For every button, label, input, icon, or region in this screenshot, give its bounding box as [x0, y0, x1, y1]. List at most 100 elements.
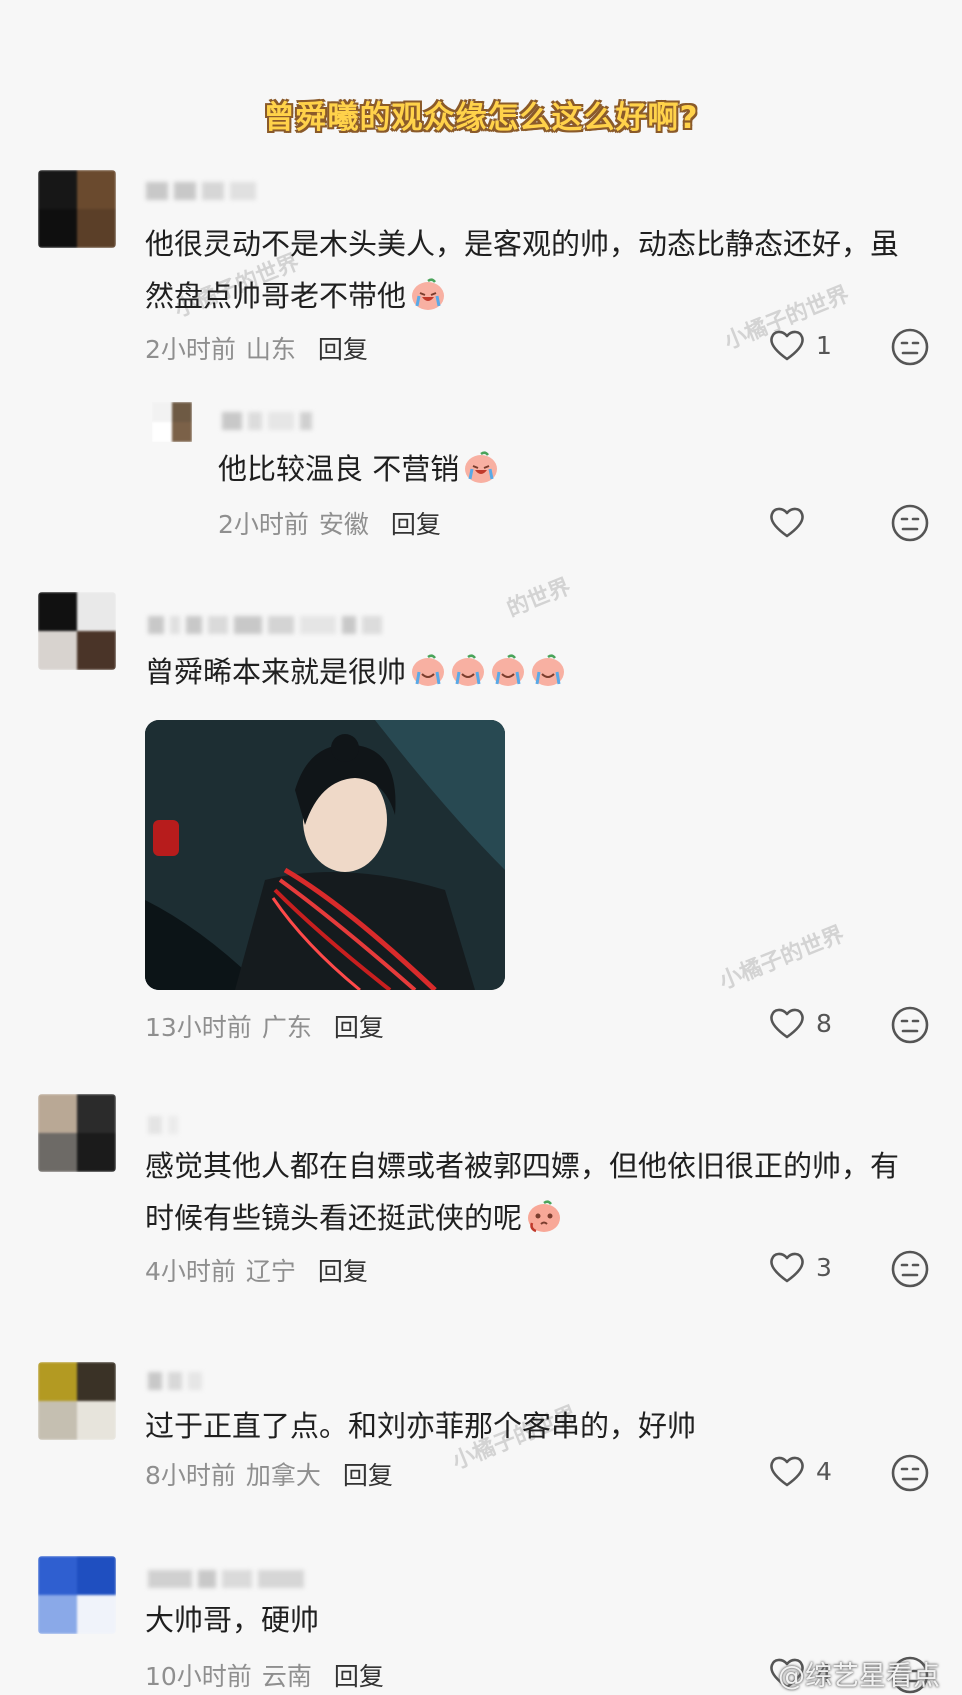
- dislike-face-icon[interactable]: [890, 1453, 930, 1493]
- comment-location: 云南: [261, 1662, 312, 1691]
- reply-avatar[interactable]: [152, 402, 192, 442]
- crying-peach-emoji: [492, 654, 525, 686]
- avatar-tile: [38, 209, 77, 248]
- dislike-face-icon[interactable]: [890, 327, 930, 367]
- comment-meta: 4小时前 辽宁 回复: [145, 1252, 368, 1288]
- reply-meta: 2小时前 安徽 回复: [218, 505, 441, 541]
- username-blurred[interactable]: [146, 178, 256, 204]
- avatar-tile: [38, 170, 77, 209]
- watermark: 的世界: [503, 574, 575, 623]
- heart-icon[interactable]: [768, 505, 806, 539]
- heart-icon: [770, 330, 804, 361]
- crying-peach-emoji: [465, 451, 498, 483]
- username-blurred[interactable]: [148, 612, 382, 638]
- comment-text: 感觉其他人都在自嫖或者被郭四嫖，但他依旧很正的帅，有时候有些镜头看还挺武侠的呢: [145, 1140, 905, 1244]
- comment-time: 2小时前: [145, 335, 236, 364]
- comment-text: 过于正直了点。和刘亦菲那个客串的，好帅: [145, 1400, 696, 1452]
- avatar-tile: [152, 422, 172, 442]
- avatar[interactable]: [38, 1556, 116, 1634]
- comment-meta: 8小时前 加拿大 回复: [145, 1456, 393, 1492]
- avatar-tile: [172, 422, 192, 442]
- comment-text: 大帅哥，硬帅: [145, 1594, 319, 1646]
- reply-text: 他比较温良 不营销: [218, 443, 499, 495]
- crying-peach-emoji: [532, 654, 565, 686]
- avatar-tile: [77, 1401, 116, 1440]
- avatar-tile: [38, 1556, 77, 1595]
- like-button[interactable]: 4: [768, 1454, 832, 1488]
- reply-time: 2小时前: [218, 510, 309, 539]
- comment-meta: 13小时前 广东 回复: [145, 1008, 384, 1044]
- reply-button[interactable]: 回复: [334, 1657, 384, 1693]
- avatar-tile: [152, 402, 172, 422]
- post-title: 曾舜曦的观众缘怎么这么好啊?: [263, 100, 699, 136]
- comment-location: 加拿大: [245, 1461, 321, 1490]
- avatar[interactable]: [38, 1094, 116, 1172]
- weibo-watermark: @综艺星看点: [778, 1661, 940, 1692]
- avatar[interactable]: [38, 592, 116, 670]
- comment-meta: 10小时前 云南 回复: [145, 1657, 384, 1693]
- like-button[interactable]: 8: [768, 1006, 832, 1040]
- comment-text: 曾舜晞本来就是很帅: [145, 646, 566, 698]
- comment-time: 8小时前: [145, 1461, 236, 1490]
- avatar-tile: [38, 1595, 77, 1634]
- avatar-tile: [38, 1362, 77, 1401]
- dislike-face-icon[interactable]: [890, 503, 930, 543]
- comment-body: 大帅哥，硬帅: [145, 1603, 320, 1637]
- reply-button[interactable]: 回复: [334, 1008, 384, 1044]
- watermark: 小橘子的世界: [716, 922, 848, 995]
- like-count: 3: [816, 1252, 832, 1282]
- reply-location: 安徽: [318, 510, 369, 539]
- still-photo: [145, 720, 505, 990]
- reply-button[interactable]: 回复: [343, 1456, 393, 1492]
- comment-meta: 2小时前 山东 回复: [145, 330, 368, 366]
- avatar-tile: [38, 1133, 77, 1172]
- dislike-face-icon[interactable]: [890, 1005, 930, 1045]
- crying-peach-emoji: [452, 654, 485, 686]
- comment-body: 过于正直了点。和刘亦菲那个客串的，好帅: [145, 1409, 697, 1443]
- reply-button[interactable]: 回复: [391, 505, 441, 541]
- avatar-tile: [77, 631, 116, 670]
- crying-peach-emoji: [412, 654, 445, 686]
- comment-location: 山东: [245, 335, 296, 364]
- dislike-face-icon[interactable]: [890, 1249, 930, 1289]
- reply-username-blurred[interactable]: [222, 408, 312, 434]
- like-count: 4: [816, 1456, 832, 1486]
- crying-peach-emoji: [412, 278, 445, 310]
- heart-icon: [770, 1456, 804, 1487]
- avatar-tile: [77, 1556, 116, 1595]
- avatar[interactable]: [38, 170, 116, 248]
- like-button[interactable]: 3: [768, 1250, 832, 1284]
- like-count: 8: [816, 1008, 832, 1038]
- avatar-tile: [38, 631, 77, 670]
- comment-body: 他很灵动不是木头美人，是客观的帅，动态比静态还好，虽然盘点帅哥老不带他: [145, 227, 900, 313]
- comment-time: 10小时前: [145, 1662, 252, 1691]
- avatar-tile: [77, 1094, 116, 1133]
- heart-icon: [770, 1252, 804, 1283]
- avatar-tile: [77, 1362, 116, 1401]
- avatar-tile: [172, 402, 192, 422]
- comment-location: 广东: [261, 1013, 312, 1042]
- avatar[interactable]: [38, 1362, 116, 1440]
- like-count: 1: [816, 330, 832, 360]
- comment-location: 辽宁: [245, 1257, 296, 1286]
- avatar-tile: [38, 1401, 77, 1440]
- reply-button[interactable]: 回复: [318, 1252, 368, 1288]
- reply-body: 他比较温良 不营销: [218, 452, 460, 486]
- reply-button[interactable]: 回复: [318, 330, 368, 366]
- comment-text: 他很灵动不是木头美人，是客观的帅，动态比静态还好，虽然盘点帅哥老不带他: [145, 218, 905, 322]
- comment-image[interactable]: [145, 720, 505, 990]
- comment-time: 13小时前: [145, 1013, 252, 1042]
- avatar-tile: [77, 209, 116, 248]
- username-blurred[interactable]: [148, 1112, 178, 1138]
- username-blurred[interactable]: [148, 1368, 202, 1394]
- comment-body: 感觉其他人都在自嫖或者被郭四嫖，但他依旧很正的帅，有时候有些镜头看还挺武侠的呢: [145, 1149, 900, 1235]
- like-button[interactable]: 1: [768, 328, 832, 362]
- avatar-tile: [77, 1133, 116, 1172]
- username-blurred[interactable]: [148, 1566, 304, 1592]
- avatar-tile: [38, 1094, 77, 1133]
- pleading-peach-emoji: [528, 1200, 561, 1233]
- avatar-tile: [38, 592, 77, 631]
- avatar-tile: [77, 170, 116, 209]
- comment-time: 4小时前: [145, 1257, 236, 1286]
- avatar-tile: [77, 592, 116, 631]
